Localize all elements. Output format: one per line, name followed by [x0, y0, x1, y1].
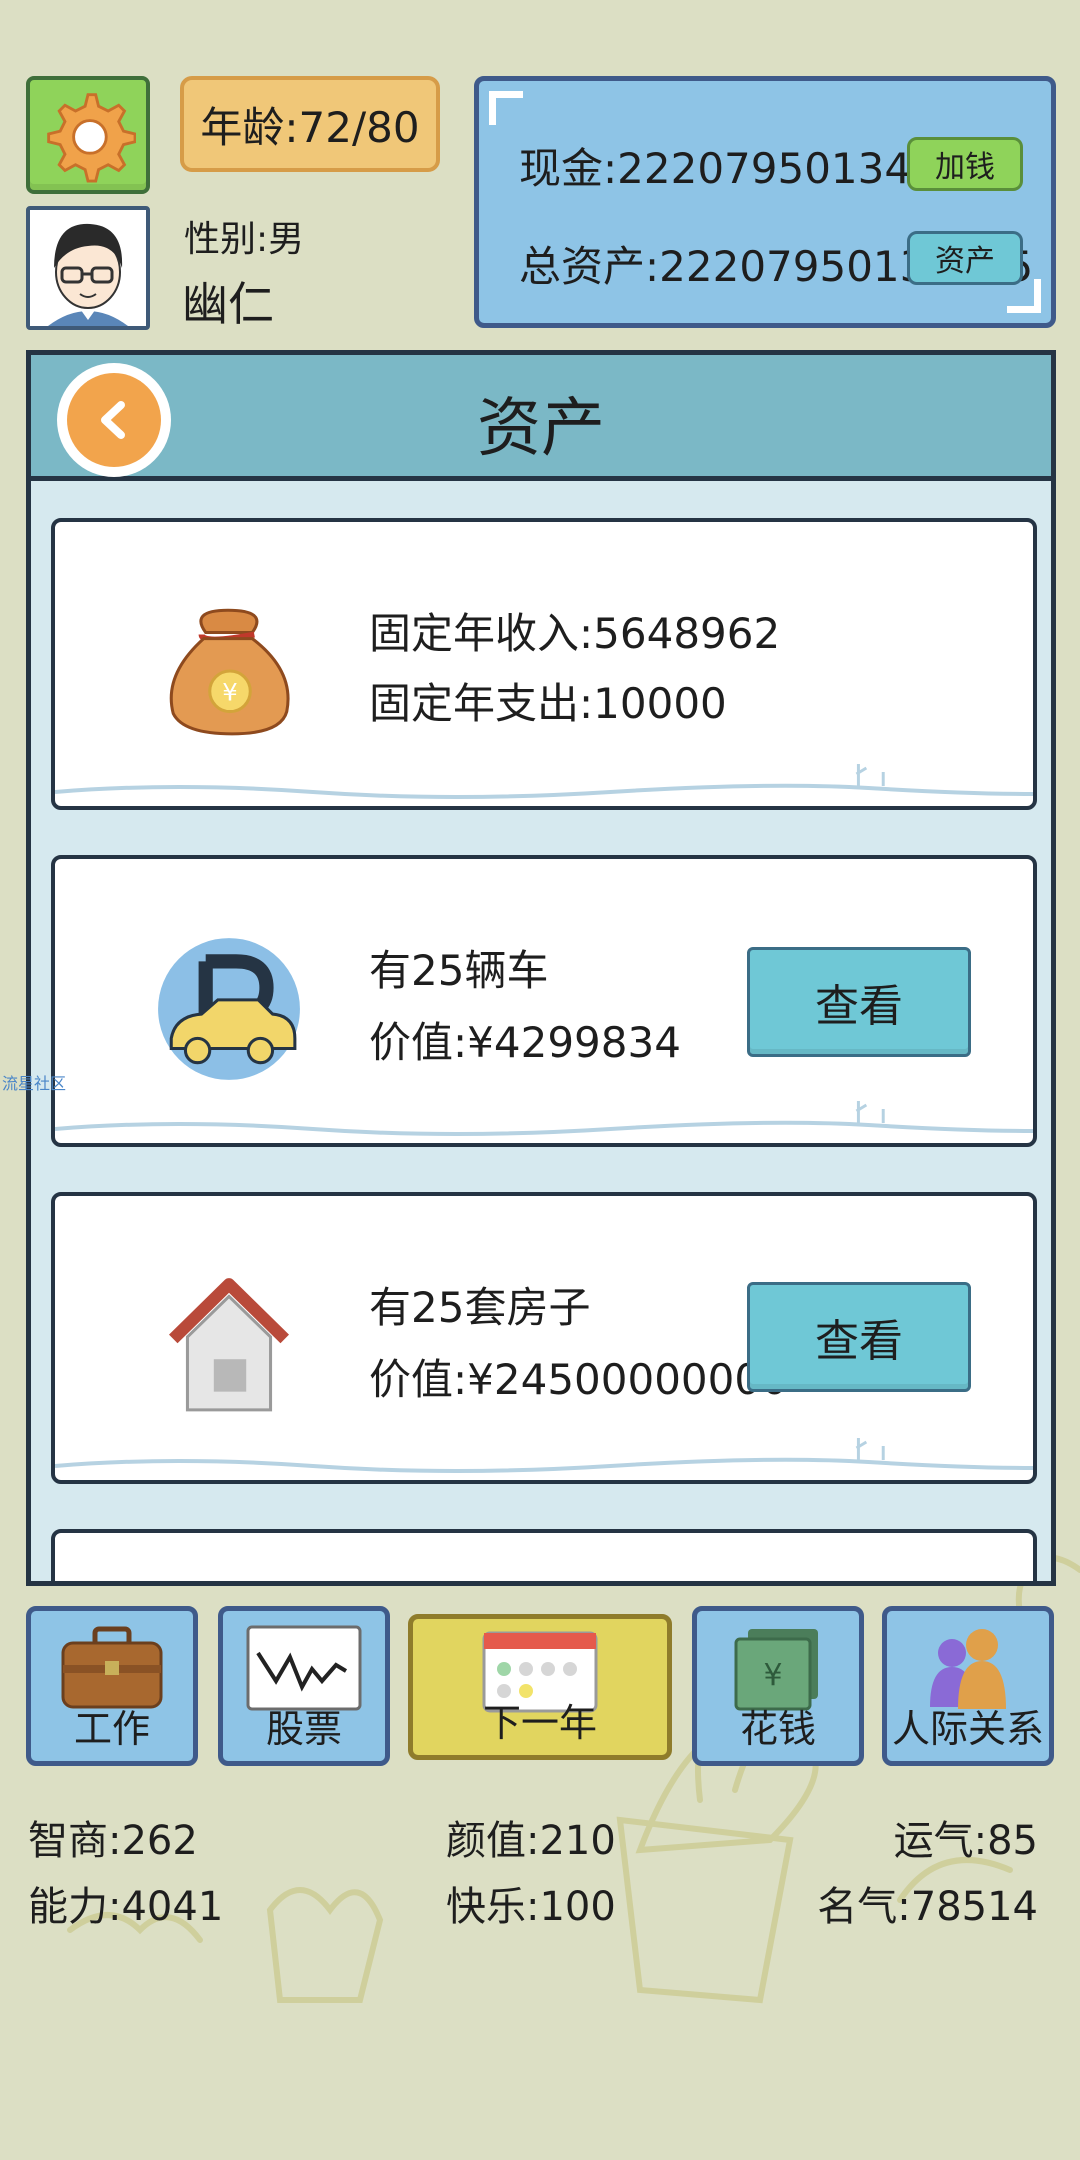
frame-corner	[489, 91, 523, 125]
player-avatar-icon	[30, 210, 146, 326]
looks-stat: 颜值:210	[446, 1818, 616, 1864]
spend-money-button[interactable]: ¥ 花钱	[692, 1606, 864, 1766]
car-value: 价值:¥4299834	[369, 1018, 681, 1067]
house-count: 有25套房子	[369, 1283, 591, 1332]
gear-icon	[47, 93, 136, 183]
next-year-button[interactable]: 下一年	[408, 1614, 672, 1760]
nav-label: 股票	[265, 1707, 342, 1751]
stocks-button[interactable]: 股票	[218, 1606, 390, 1766]
car-count: 有25辆车	[369, 946, 549, 995]
work-button[interactable]: 工作	[26, 1606, 198, 1766]
car-card: 有25辆车 价值:¥4299834 查看	[51, 855, 1037, 1147]
parking-car-icon	[158, 938, 300, 1080]
panel-header: 资产	[31, 355, 1051, 481]
iq-stat: 智商:262	[28, 1818, 198, 1864]
avatar[interactable]	[26, 206, 150, 330]
add-money-button[interactable]: 加钱	[907, 137, 1023, 191]
watermark: 流星社区	[2, 1074, 67, 1093]
income-card: ¥ 固定年收入:5648962 固定年支出:10000	[51, 518, 1037, 810]
money-bag-icon: ¥	[169, 608, 290, 736]
page-title: 资产	[477, 392, 605, 466]
relationships-button[interactable]: 人际关系	[882, 1606, 1054, 1766]
house-icon	[169, 1278, 289, 1412]
annual-expense: 固定年支出:10000	[369, 679, 727, 728]
assets-panel: 资产 ¥ 固定年收入:5648962 固定年支出:10000 有25辆车 价值:…	[26, 350, 1056, 1586]
wave-decoration	[55, 764, 1033, 799]
wave-decoration	[55, 1101, 1033, 1136]
settings-button[interactable]	[26, 76, 150, 194]
fame-stat: 名气:78514	[817, 1884, 1038, 1930]
luck-stat: 运气:85	[893, 1818, 1038, 1864]
nav-label: 下一年	[482, 1701, 597, 1745]
wave-decoration	[55, 1438, 1033, 1473]
ability-stat: 能力:4041	[28, 1884, 224, 1930]
money-panel: 现金:22207950134308 总资产:22207950134845 加钱 …	[474, 76, 1056, 328]
nav-label: 工作	[73, 1707, 150, 1751]
gender-label: 性别:男	[184, 219, 305, 260]
svg-text:¥: ¥	[222, 677, 237, 706]
happiness-stat: 快乐:100	[446, 1884, 616, 1930]
view-cars-button[interactable]: 查看	[747, 947, 971, 1057]
svg-text:¥: ¥	[763, 1658, 782, 1693]
assets-button[interactable]: 资产	[907, 231, 1023, 285]
nav-label: 花钱	[739, 1707, 816, 1751]
player-name: 幽仁	[182, 277, 274, 331]
annual-income: 固定年收入:5648962	[369, 609, 781, 658]
asset-card-partial	[51, 1529, 1037, 1581]
age-badge: 年龄:72/80	[180, 76, 440, 172]
house-value: 价值:¥24500000000	[369, 1355, 788, 1404]
view-houses-button[interactable]: 查看	[747, 1282, 971, 1392]
house-card: 有25套房子 价值:¥24500000000 查看	[51, 1192, 1037, 1484]
nav-label: 人际关系	[891, 1707, 1044, 1751]
